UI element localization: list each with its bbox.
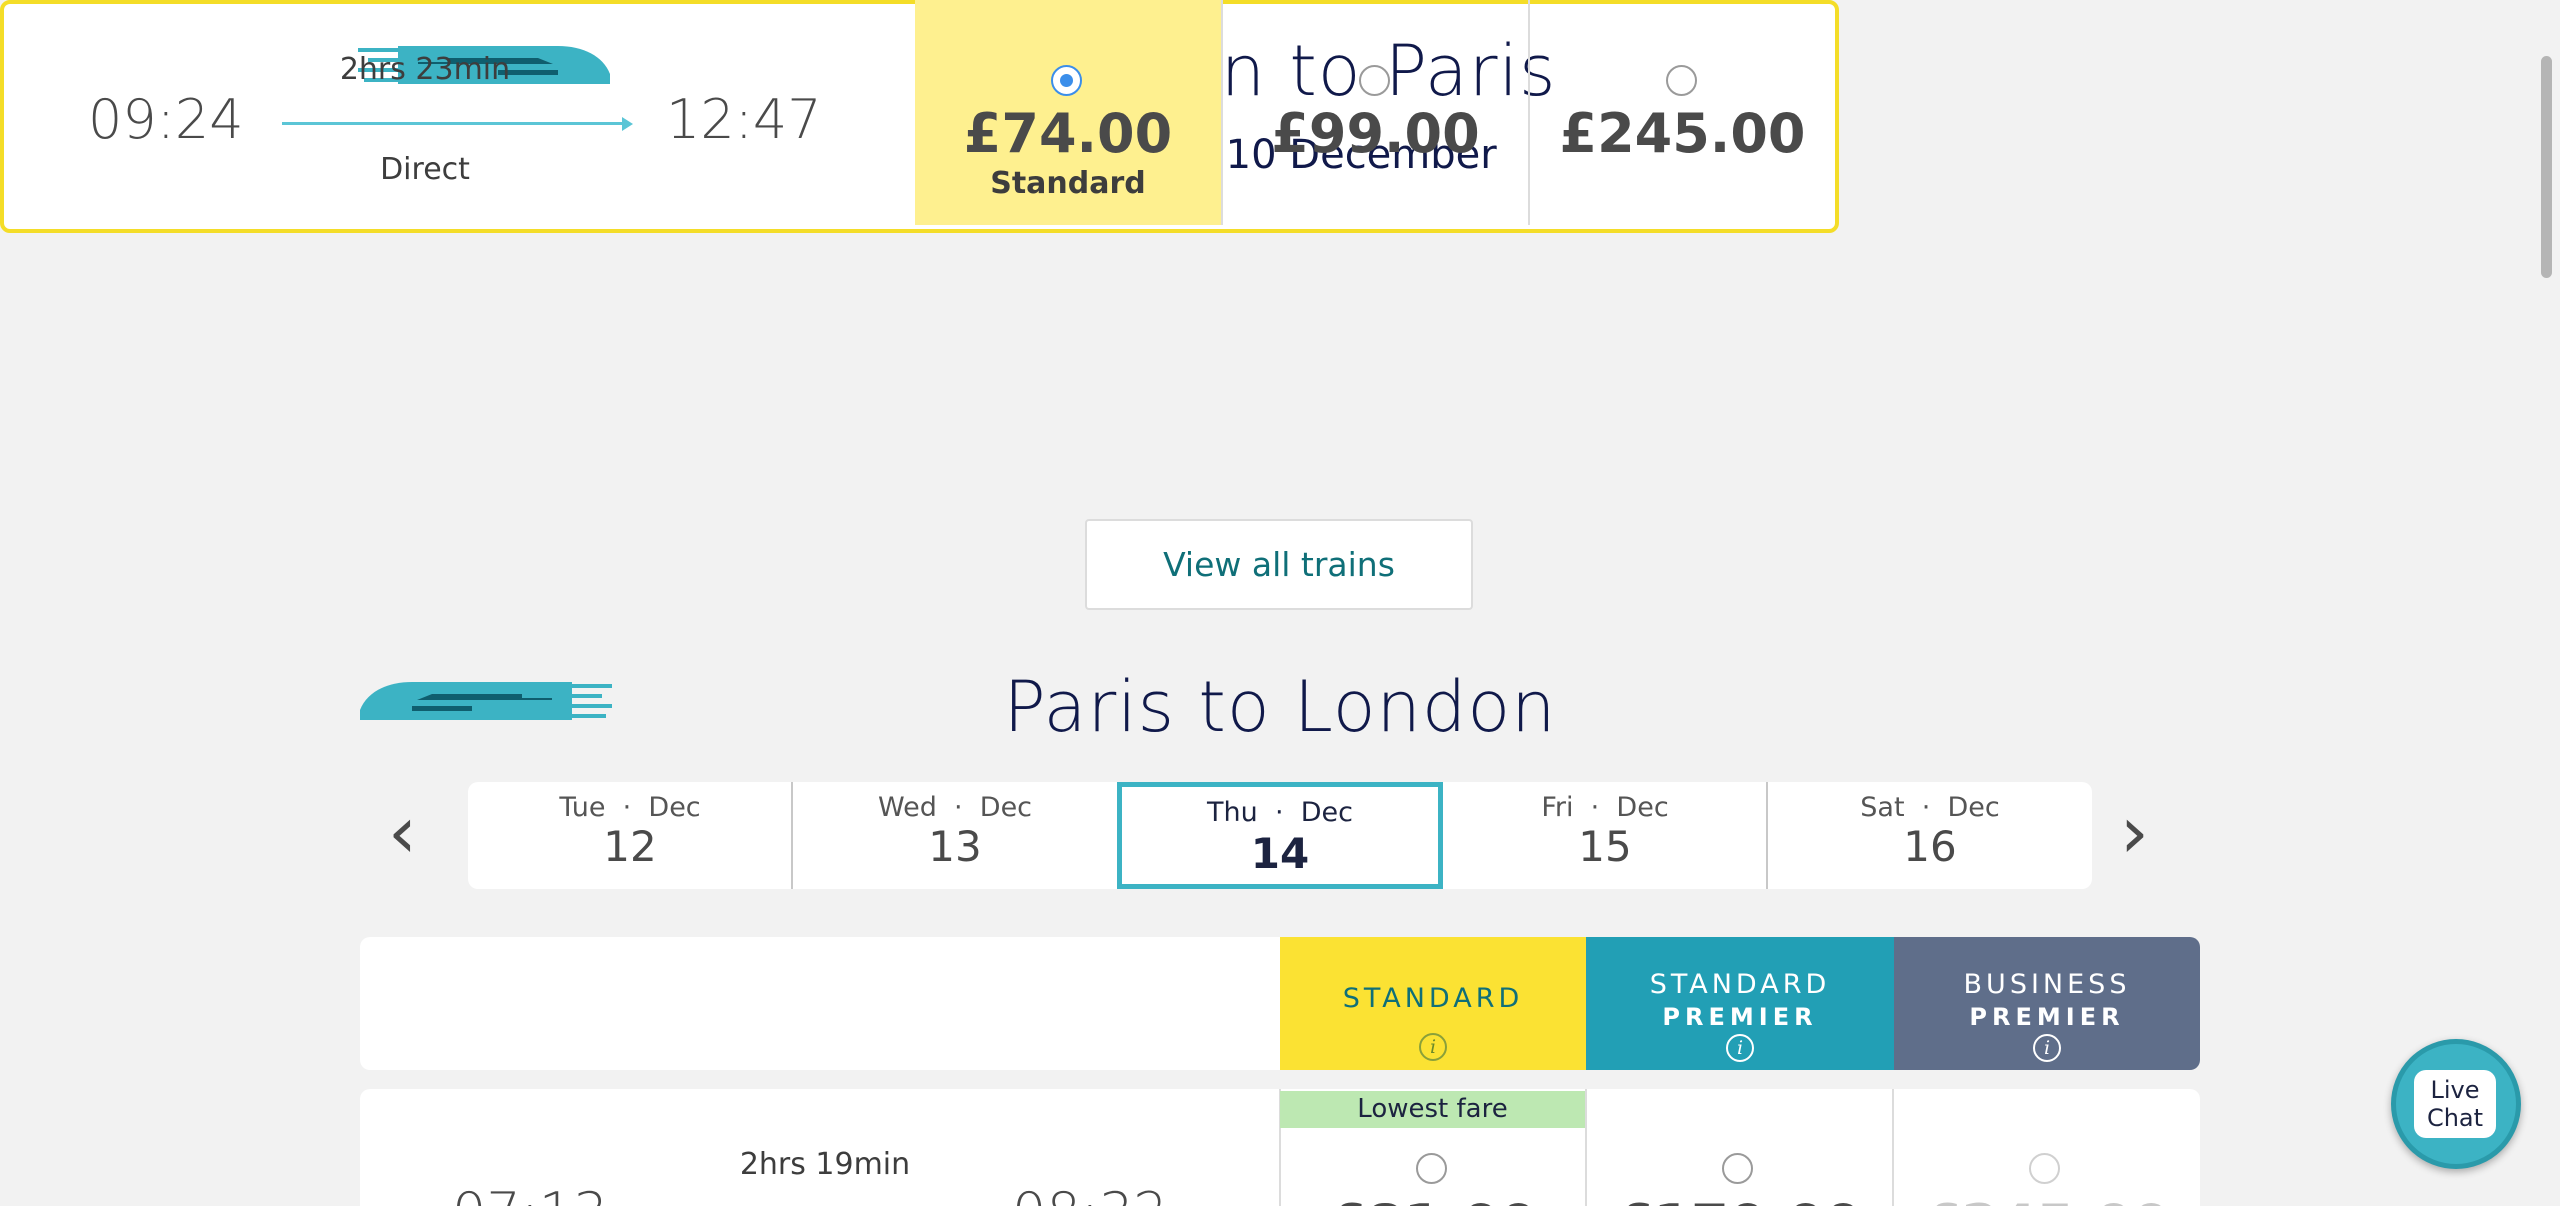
live-chat-button[interactable]: Live Chat [2391,1039,2521,1169]
date-weekday: Tue [559,792,606,823]
live-chat-line1: Live [2430,1076,2480,1104]
class-business-premier: BUSINESS PREMIER i [1894,937,2200,1070]
class-header: STANDARD i STANDARD PREMIER i BUSINESS P… [360,937,2200,1070]
next-date-chevron-icon[interactable]: › [2120,790,2149,874]
date-weekday: Thu [1207,797,1258,828]
date-option-tue-12[interactable]: Tue · Dec 12 [468,782,792,889]
prev-date-chevron-icon[interactable]: ‹ [388,790,417,874]
arrive-time: 12:47 [666,88,822,151]
fare-divider [1892,1089,1894,1206]
date-weekday: Wed [877,792,937,823]
date-option-wed-13[interactable]: Wed · Dec 13 [793,782,1117,889]
class-standard-premier-line1: STANDARD [1649,969,1831,1000]
date-option-sat-16[interactable]: Sat · Dec 16 [1768,782,2092,889]
date-separator: · [954,792,963,823]
date-month: Dec [1300,797,1353,828]
date-month: Dec [979,792,1033,823]
date-day: 16 [1903,822,1957,871]
info-icon[interactable]: i [1726,1034,1754,1062]
date-day: 13 [928,822,982,871]
row-fare-price-business-premier: £245.00 [1894,1193,2200,1206]
row-duration: 2hrs 19min [739,1147,911,1182]
date-month: Dec [648,792,701,823]
fare-option-standard[interactable]: £74.00 Standard [915,0,1221,225]
class-standard-premier: STANDARD PREMIER i [1586,937,1894,1070]
scrollbar-thumb[interactable] [2541,56,2552,278]
date-day: 14 [1250,829,1310,878]
date-option-fri-15[interactable]: Fri · Dec 15 [1443,782,1767,889]
journey-duration: 2hrs 23min [339,52,511,87]
fare-radio-standard-premier[interactable] [1359,65,1390,96]
row-arrive-time: 08:32 [1012,1181,1168,1206]
class-standard: STANDARD i [1280,937,1586,1070]
fare-radio-standard[interactable] [1051,65,1082,96]
lowest-fare-badge: Lowest fare [1280,1091,1585,1128]
date-day: 12 [603,822,657,871]
date-weekday: Fri [1541,792,1574,823]
row-depart-time: 07:13 [452,1181,608,1206]
inbound-title: Paris to London [1003,666,1557,748]
journey-arrow-line [282,122,624,125]
view-all-trains-button[interactable]: View all trains [1085,519,1473,610]
depart-time: 09:24 [88,88,244,151]
info-icon[interactable]: i [1419,1033,1447,1061]
journey-stops: Direct [380,152,470,187]
fare-option-business-premier[interactable]: £245.00 [1530,0,1835,225]
date-separator: · [1274,797,1284,828]
date-option-thu-14-selected[interactable]: Thu · Dec 14 [1117,782,1443,889]
live-chat-line2: Chat [2426,1104,2484,1132]
date-month: Dec [1947,792,2000,823]
fare-option-standard-premier[interactable]: £99.00 [1223,0,1528,225]
date-separator: · [1921,792,1931,823]
class-business-premier-line1: BUSINESS [1963,969,2131,1000]
date-weekday: Sat [1860,792,1905,823]
fare-price-business-premier: £245.00 [1559,102,1806,165]
row-fare-radio-business-premier[interactable] [2029,1153,2060,1184]
row-fare-price-standard-premier: £170.00 [1586,1193,1892,1206]
chat-bubble-icon: Live Chat [2414,1070,2496,1138]
info-icon[interactable]: i [2033,1034,2061,1062]
row-fare-radio-standard[interactable] [1416,1153,1447,1184]
date-picker-strip: Tue · Dec 12 Wed · Dec 13 Thu · Dec 14 F… [468,782,2092,889]
date-day: 15 [1578,822,1632,871]
date-month: Dec [1616,792,1669,823]
class-standard-label: STANDARD [1342,983,1524,1014]
fare-price-standard-premier: £99.00 [1271,102,1480,165]
arrow-right-icon [622,117,633,131]
fare-divider [1585,1089,1587,1206]
row-fare-price-standard: £81.00 [1280,1193,1586,1206]
date-separator: · [1590,792,1600,823]
row-fare-radio-standard-premier[interactable] [1722,1153,1753,1184]
date-separator: · [622,792,632,823]
fare-label-standard: Standard [990,166,1146,201]
class-standard-premier-line2: PREMIER [1662,1003,1818,1031]
class-business-premier-line2: PREMIER [1969,1003,2125,1031]
fare-radio-business-premier[interactable] [1666,65,1697,96]
fare-price-standard: £74.00 [963,102,1173,165]
